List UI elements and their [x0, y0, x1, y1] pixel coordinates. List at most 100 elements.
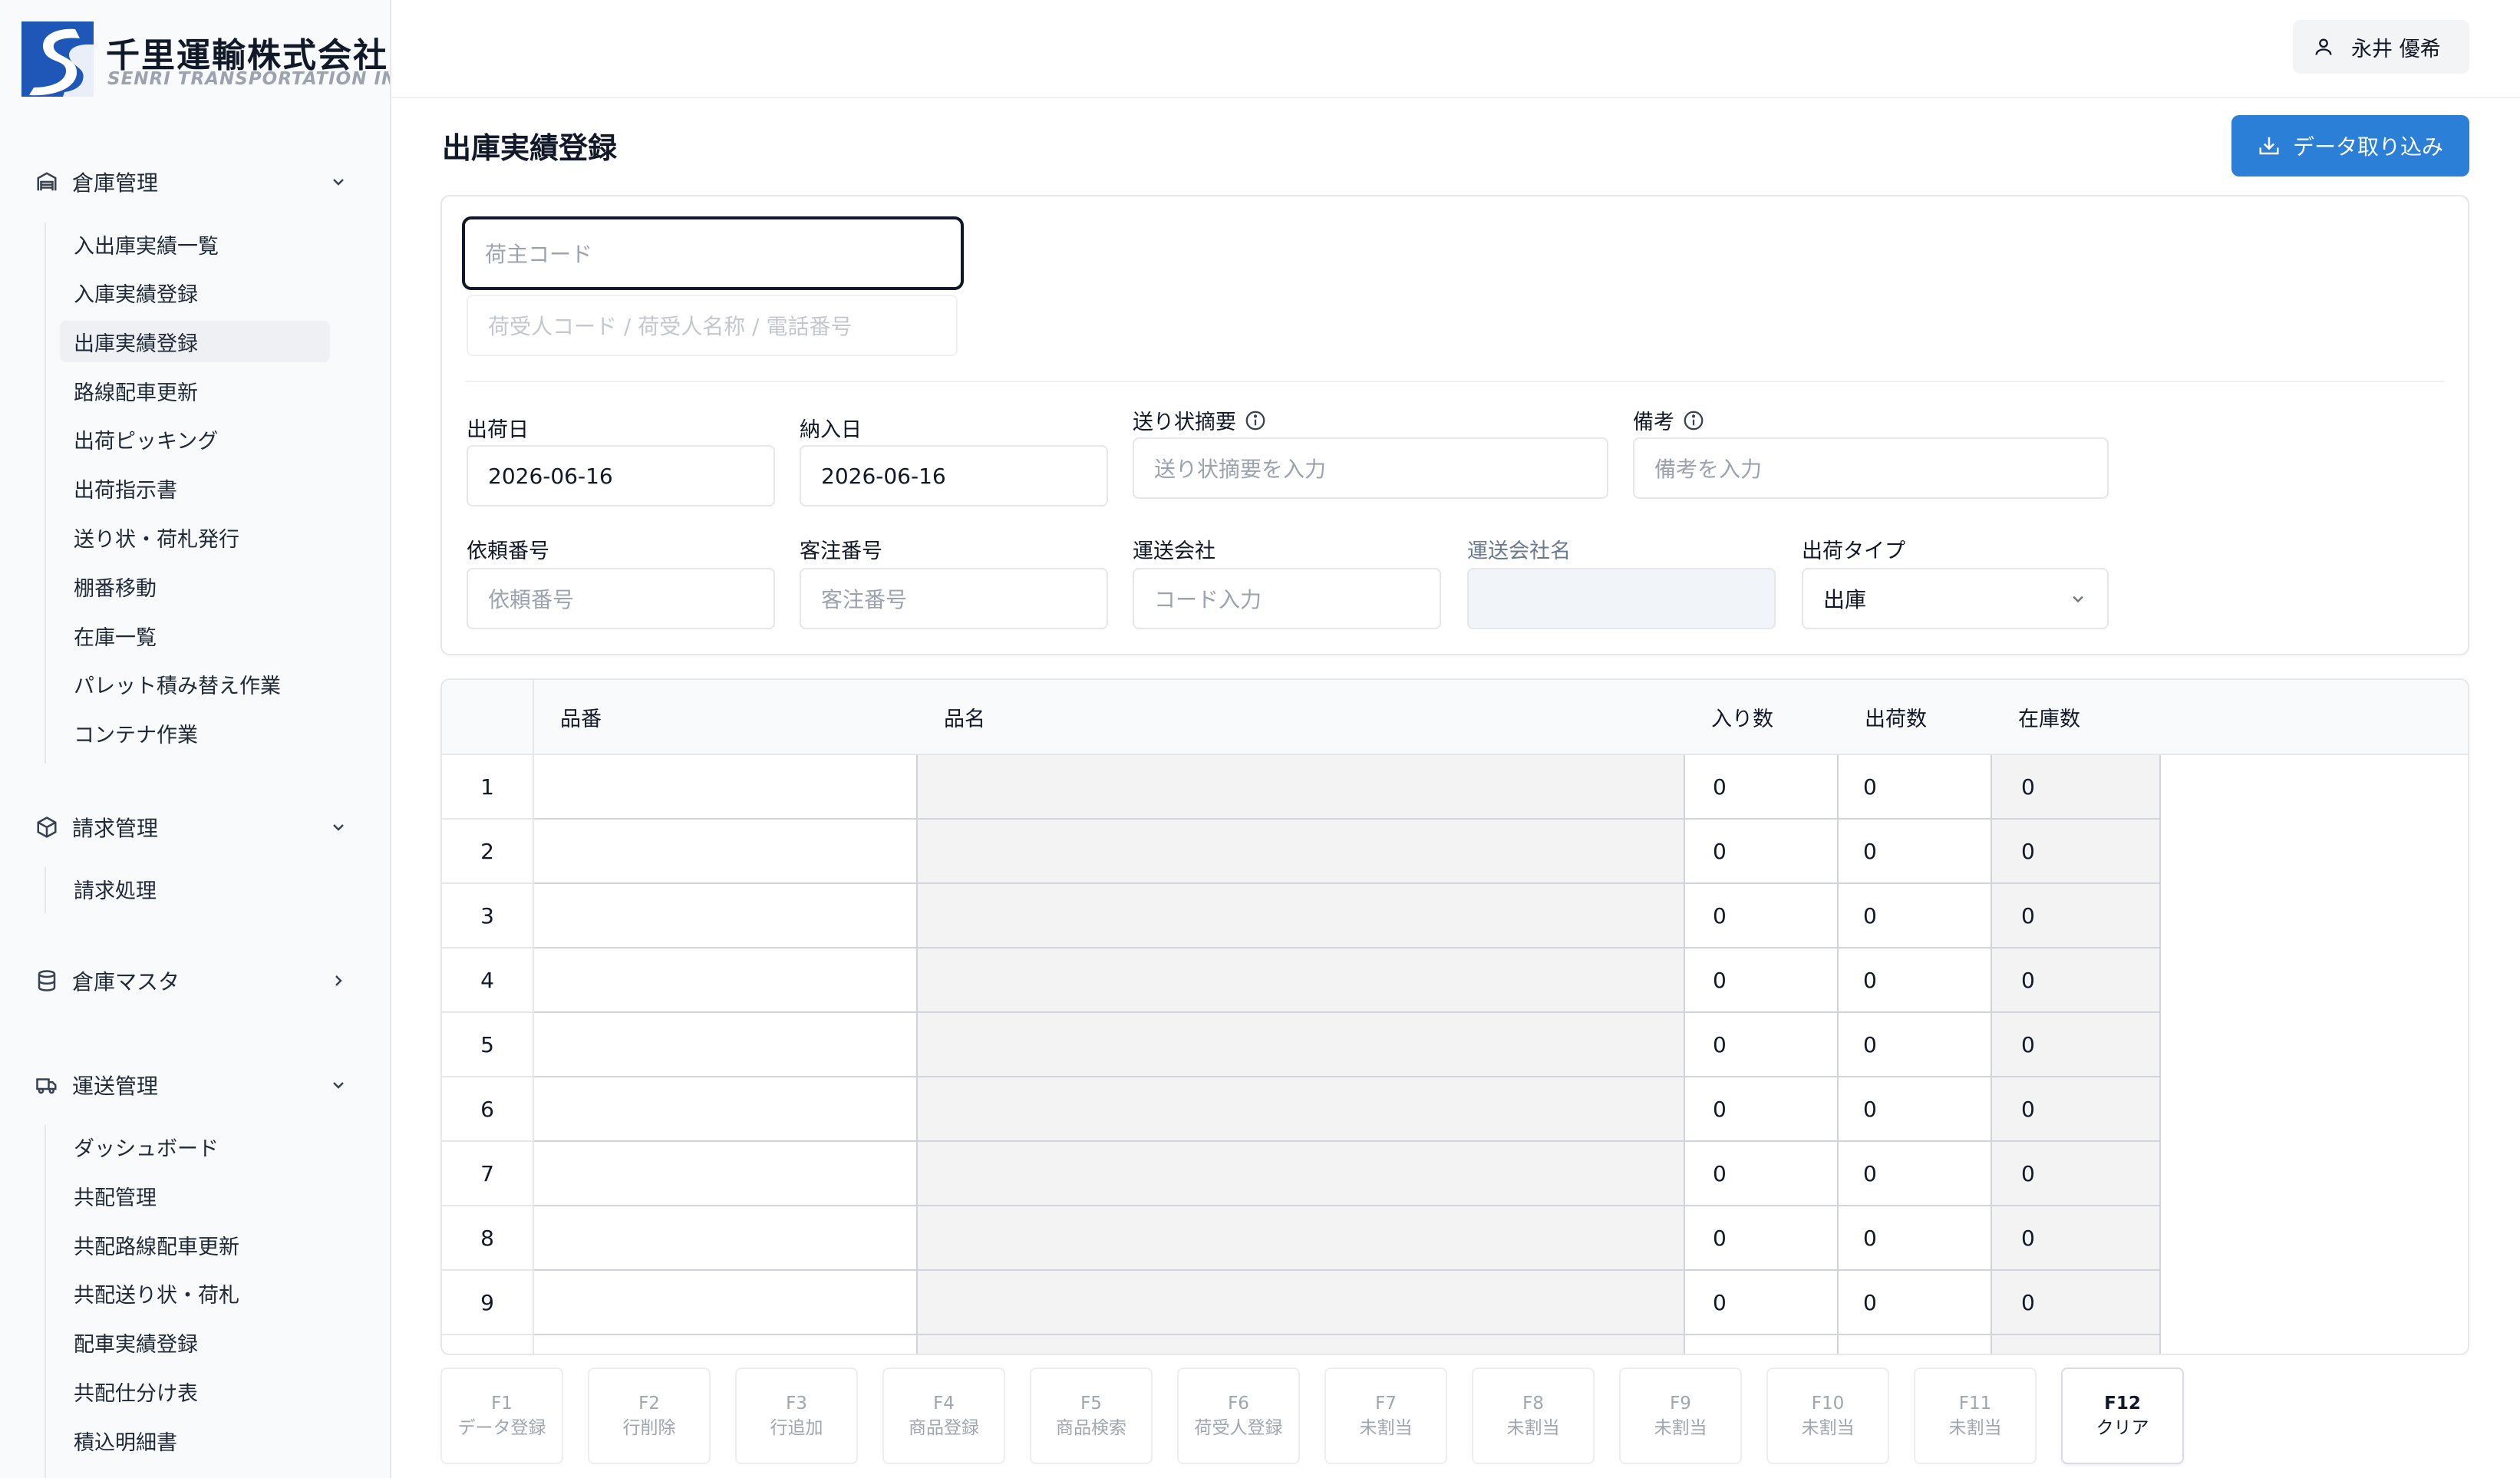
table-row: 9000 — [442, 1271, 2468, 1335]
item-code-cell[interactable] — [534, 755, 918, 820]
row-index-cell: 1 — [442, 755, 534, 820]
stock-qty-cell: 0 — [1992, 884, 2161, 948]
item-name-cell — [918, 1077, 1685, 1142]
carrier-name-field — [1467, 568, 1776, 629]
sidebar-item-pallet-transfer[interactable]: パレット積み替え作業 — [60, 663, 330, 704]
function-key-bar: F1 データ登録 F2 行削除 F3 行追加 F4 商品登録 F5 商品検索 F6 荷受人登録 F7 未割… — [440, 1367, 2205, 1466]
fkey-f9-button[interactable]: F9 未割当 — [1619, 1367, 1742, 1464]
fkey-name: F8 — [1522, 1394, 1544, 1414]
senri-logo-icon — [21, 21, 94, 97]
item-code-cell[interactable] — [534, 1335, 918, 1354]
fkey-name: F1 — [491, 1394, 513, 1414]
info-icon[interactable] — [1244, 409, 1267, 432]
grid-header-code: 品番 — [560, 707, 602, 731]
grid-header-index — [442, 680, 534, 754]
stock-qty-cell: 0 — [1992, 1271, 2161, 1335]
user-icon — [2315, 38, 2332, 55]
info-icon[interactable] — [1682, 409, 1705, 432]
ship-qty-cell[interactable]: 0 — [1839, 1142, 1992, 1206]
unit-qty-cell: 0 — [1685, 1142, 1839, 1206]
ship-qty-cell[interactable]: 0 — [1839, 1206, 1992, 1271]
ship-qty-cell[interactable]: 0 — [1839, 1271, 1992, 1335]
sidebar-item-dashboard[interactable]: ダッシュボード — [60, 1126, 330, 1167]
shipper-code-input[interactable]: 荷主コード — [462, 216, 964, 290]
top-bar: 永井 優希 — [391, 0, 2520, 98]
fkey-label: 未割当 — [1506, 1418, 1560, 1438]
ship-qty-cell[interactable]: 0 — [1839, 820, 1992, 884]
request-no-input[interactable]: 依頼番号 — [467, 568, 775, 629]
item-code-cell[interactable] — [534, 1077, 918, 1142]
sidebar-item-picking[interactable]: 出荷ピッキング — [60, 418, 330, 460]
ship-qty-cell[interactable]: 0 — [1839, 1077, 1992, 1142]
sidebar-item-shipping-instruction[interactable]: 出荷指示書 — [60, 467, 330, 509]
fkey-f5-button[interactable]: F5 商品検索 — [1030, 1367, 1153, 1464]
sidebar-item-dispatch-entry[interactable]: 配車実績登録 — [60, 1321, 330, 1363]
item-grid: 品番 品名 入り数 出荷数 在庫数 1000200030004000500060… — [440, 678, 2469, 1355]
request-no-label: 依頼番号 — [467, 539, 549, 563]
table-row: 6000 — [442, 1077, 2468, 1142]
consignee-search-input[interactable]: 荷受人コード / 荷受人名称 / 電話番号 — [467, 295, 958, 356]
item-code-cell[interactable] — [534, 1206, 918, 1271]
sidebar-item-container-work[interactable]: コンテナ作業 — [60, 712, 330, 754]
fkey-f12-button[interactable]: F12 クリア — [2061, 1367, 2184, 1464]
sidebar-item-billing-process[interactable]: 請求処理 — [60, 868, 330, 909]
item-name-cell — [918, 948, 1685, 1013]
sidebar-item-stock-list[interactable]: 在庫一覧 — [60, 615, 330, 656]
invoice-summary-input[interactable]: 送り状摘要を入力 — [1133, 437, 1608, 499]
form-divider — [465, 381, 2445, 382]
item-code-cell[interactable] — [534, 1142, 918, 1206]
nav-section-transport[interactable]: 運送管理 — [34, 1064, 350, 1107]
fkey-f7-button[interactable]: F7 未割当 — [1324, 1367, 1447, 1464]
data-import-label: データ取り込み — [2292, 134, 2443, 160]
sidebar-item-shelf-move[interactable]: 棚番移動 — [60, 566, 330, 607]
unit-qty-cell: 0 — [1685, 820, 1839, 884]
user-menu-button[interactable]: 永井 優希 — [2293, 20, 2469, 74]
ship-qty-cell[interactable] — [1839, 1335, 1992, 1354]
sidebar-item-joint-invoice[interactable]: 共配送り状・荷札 — [60, 1272, 330, 1314]
nav-section-warehouse-master[interactable]: 倉庫マスタ — [34, 959, 350, 1002]
sidebar-item-route-dispatch[interactable]: 路線配車更新 — [60, 370, 330, 411]
sidebar-item-receiving-entry[interactable]: 入庫実績登録 — [60, 272, 330, 313]
item-code-cell[interactable] — [534, 820, 918, 884]
remarks-input[interactable]: 備考を入力 — [1633, 437, 2109, 499]
chevron-down-icon — [327, 170, 350, 193]
item-code-cell[interactable] — [534, 948, 918, 1013]
stock-qty-cell: 0 — [1992, 1077, 2161, 1142]
unit-qty-cell: 0 — [1685, 1013, 1839, 1077]
sidebar-item-joint-delivery[interactable]: 共配管理 — [60, 1175, 330, 1216]
sidebar-item-joint-route-dispatch[interactable]: 共配路線配車更新 — [60, 1224, 330, 1265]
item-code-cell[interactable] — [534, 1271, 918, 1335]
ship-qty-cell[interactable]: 0 — [1839, 948, 1992, 1013]
fkey-f2-button[interactable]: F2 行削除 — [588, 1367, 711, 1464]
ship-type-select[interactable]: 出庫 — [1802, 568, 2109, 629]
fkey-f6-button[interactable]: F6 荷受人登録 — [1177, 1367, 1300, 1464]
sidebar-item-shipping-entry[interactable]: 出庫実績登録 — [60, 321, 330, 362]
fkey-f1-button[interactable]: F1 データ登録 — [440, 1367, 563, 1464]
carrier-code-input[interactable]: コード入力 — [1133, 568, 1441, 629]
fkey-f10-button[interactable]: F10 未割当 — [1766, 1367, 1889, 1464]
ship-qty-cell[interactable]: 0 — [1839, 884, 1992, 948]
sidebar-item-inout-list[interactable]: 入出庫実績一覧 — [60, 223, 330, 265]
item-name-cell — [918, 1206, 1685, 1271]
fkey-f8-button[interactable]: F8 未割当 — [1472, 1367, 1595, 1464]
fkey-f11-button[interactable]: F11 未割当 — [1914, 1367, 2037, 1464]
ship-qty-cell[interactable]: 0 — [1839, 1013, 1992, 1077]
nav-section-warehouse[interactable]: 倉庫管理 — [34, 160, 350, 203]
item-code-cell[interactable] — [534, 1013, 918, 1077]
order-no-input[interactable]: 客注番号 — [800, 568, 1108, 629]
sidebar-item-loading-detail[interactable]: 積込明細書 — [60, 1420, 330, 1461]
sidebar-item-invoice-tag[interactable]: 送り状・荷札発行 — [60, 516, 330, 558]
company-logo[interactable]: 千里運輸株式会社 SENRI TRANSPORTATION INC. — [21, 21, 390, 98]
nav-section-billing[interactable]: 請求管理 — [34, 806, 350, 849]
unit-qty-cell: 0 — [1685, 948, 1839, 1013]
data-import-button[interactable]: データ取り込み — [2231, 115, 2469, 177]
ship-date-input[interactable]: 2026-06-16 — [467, 445, 775, 506]
delivery-date-input[interactable]: 2026-06-16 — [800, 445, 1108, 506]
sidebar-item-sorting-table[interactable]: 共配仕分け表 — [60, 1371, 330, 1412]
fkey-f4-button[interactable]: F4 商品登録 — [882, 1367, 1005, 1464]
fkey-f3-button[interactable]: F3 行追加 — [735, 1367, 858, 1464]
item-code-cell[interactable] — [534, 884, 918, 948]
stock-qty-cell: 0 — [1992, 755, 2161, 820]
ship-qty-cell[interactable]: 0 — [1839, 755, 1992, 820]
stock-qty-cell — [1992, 1335, 2161, 1354]
